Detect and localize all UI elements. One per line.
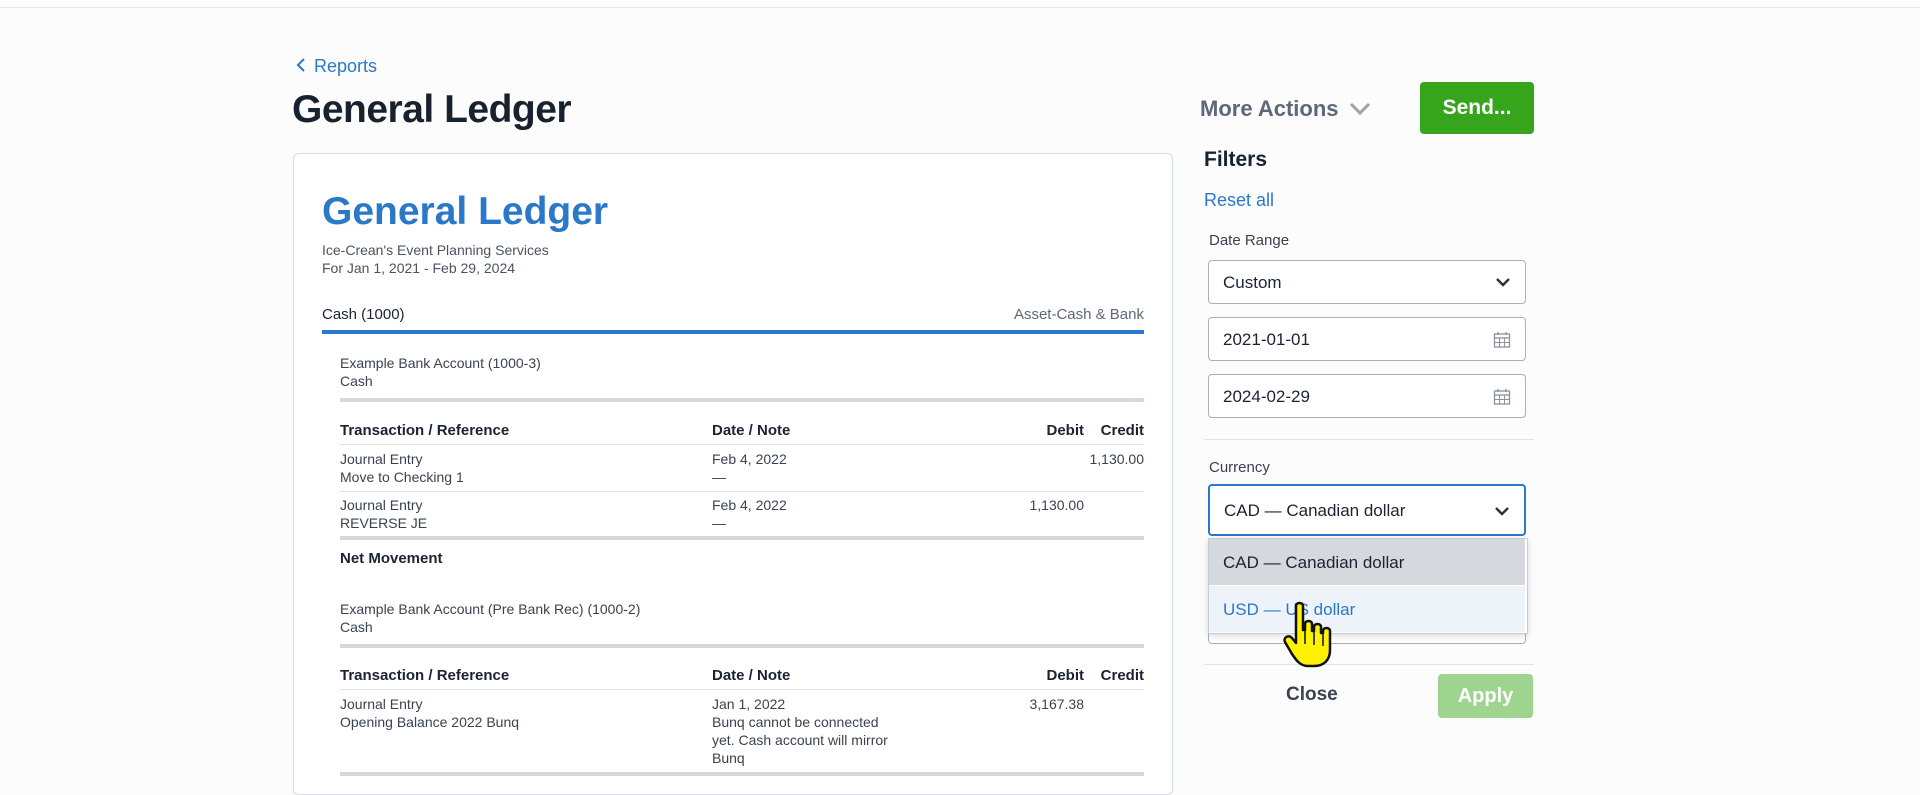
row-debit: 1,130.00 <box>1029 497 1085 513</box>
column-header-date: Date / Note <box>712 667 791 684</box>
row-transaction: Journal Entry <box>340 696 423 712</box>
account-name: Cash (1000) <box>322 306 405 323</box>
section-divider <box>340 536 1144 540</box>
sub-account-type: Cash <box>340 373 373 389</box>
column-header-credit: Credit <box>1100 422 1144 439</box>
chevron-down-icon <box>1494 503 1510 524</box>
row-date: Jan 1, 2022 <box>712 696 786 712</box>
row-transaction: Journal Entry <box>340 497 423 513</box>
date-range-label: Date Range <box>1209 232 1290 249</box>
row-note: — <box>712 469 726 485</box>
date-range-select[interactable]: Custom <box>1208 260 1526 304</box>
currency-value: CAD — Canadian dollar <box>1224 501 1406 520</box>
row-credit: 1,130.00 <box>1089 451 1145 467</box>
date-range-value: Custom <box>1223 273 1282 292</box>
sub-account-type: Cash <box>340 619 373 635</box>
account-divider <box>322 330 1144 334</box>
report-period: For Jan 1, 2021 - Feb 29, 2024 <box>322 260 516 276</box>
apply-button[interactable]: Apply <box>1438 674 1533 718</box>
column-header-transaction: Transaction / Reference <box>340 422 510 439</box>
report-card: General Ledger Ice-Crean's Event Plannin… <box>293 153 1173 795</box>
send-button[interactable]: Send... <box>1420 82 1534 134</box>
filters-title: Filters <box>1204 148 1268 171</box>
end-date-field[interactable]: 2024-02-29 <box>1208 374 1526 418</box>
row-note: — <box>712 515 726 531</box>
page-title: General Ledger <box>292 88 572 131</box>
sub-account-name: Example Bank Account (Pre Bank Rec) (100… <box>340 601 641 617</box>
account-type: Asset-Cash & Bank <box>1013 306 1144 323</box>
row-reference: Opening Balance 2022 Bunq <box>340 714 520 730</box>
report-title: General Ledger <box>322 190 609 233</box>
top-divider <box>0 7 1920 8</box>
column-header-date: Date / Note <box>712 422 791 439</box>
filter-divider <box>1204 664 1534 665</box>
header-rule <box>340 689 1144 690</box>
start-date-value: 2021-01-01 <box>1223 330 1310 349</box>
section-divider <box>340 398 1144 402</box>
row-date: Feb 4, 2022 <box>712 497 787 513</box>
header-rule <box>340 444 1144 445</box>
column-header-credit: Credit <box>1100 667 1144 684</box>
close-button[interactable]: Close <box>1286 684 1338 706</box>
filter-divider <box>1204 439 1534 440</box>
section-divider <box>340 772 1144 776</box>
more-actions-label: More Actions <box>1200 96 1339 121</box>
row-note: yet. Cash account will mirror <box>712 732 888 748</box>
row-date: Feb 4, 2022 <box>712 451 787 467</box>
chevron-left-icon <box>296 56 306 77</box>
report-company: Ice-Crean's Event Planning Services <box>322 242 549 258</box>
section-divider <box>340 644 1144 648</box>
back-to-reports-link[interactable]: Reports <box>296 56 377 77</box>
currency-option-cad[interactable]: CAD — Canadian dollar <box>1209 539 1525 585</box>
row-note: Bunq cannot be connected <box>712 714 879 730</box>
end-date-value: 2024-02-29 <box>1223 387 1310 406</box>
calendar-icon[interactable] <box>1493 388 1511 411</box>
currency-option-usd[interactable]: USD — US dollar <box>1209 586 1525 632</box>
row-reference: Move to Checking 1 <box>340 469 464 485</box>
reset-all-link[interactable]: Reset all <box>1204 190 1274 211</box>
currency-dropdown: CAD — Canadian dollar USD — US dollar <box>1208 538 1528 634</box>
start-date-field[interactable]: 2021-01-01 <box>1208 317 1526 361</box>
currency-select[interactable]: CAD — Canadian dollar <box>1208 484 1526 536</box>
row-note: Bunq <box>712 750 745 766</box>
net-movement-label: Net Movement <box>340 550 443 567</box>
account-header: Cash (1000) Asset-Cash & Bank <box>322 302 1144 328</box>
currency-label: Currency <box>1209 459 1270 476</box>
row-rule <box>340 491 1144 492</box>
row-debit: 3,167.38 <box>1029 696 1085 712</box>
row-reference: REVERSE JE <box>340 515 428 531</box>
chevron-down-icon <box>1349 102 1371 116</box>
calendar-icon[interactable] <box>1493 331 1511 354</box>
hand-cursor-icon <box>1282 600 1338 677</box>
sub-account-name: Example Bank Account (1000-3) <box>340 355 541 371</box>
row-transaction: Journal Entry <box>340 451 423 467</box>
back-label: Reports <box>314 56 378 76</box>
chevron-down-icon <box>1495 274 1511 295</box>
column-header-transaction: Transaction / Reference <box>340 667 510 684</box>
more-actions-button[interactable]: More Actions <box>1200 96 1371 122</box>
